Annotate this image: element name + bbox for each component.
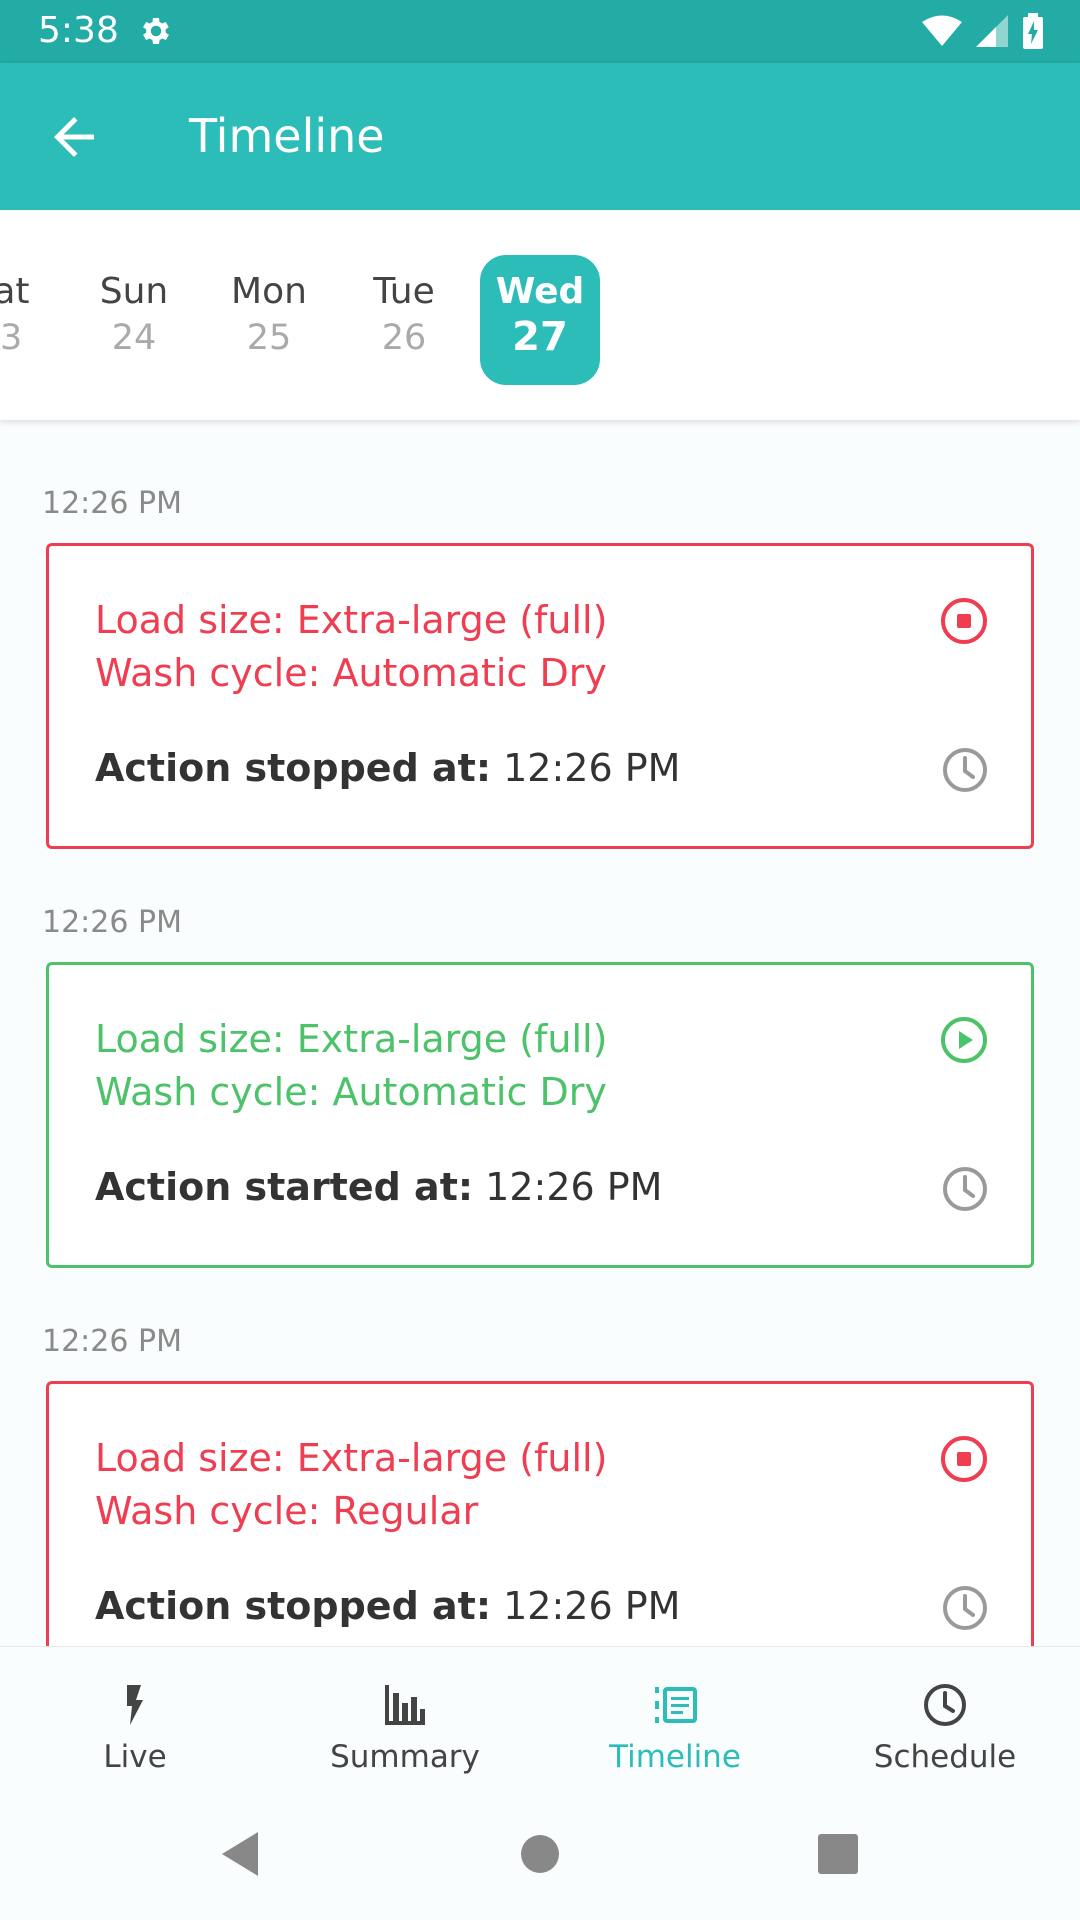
battery-icon bbox=[1023, 13, 1043, 49]
clock-icon bbox=[943, 1586, 987, 1630]
timeline-card[interactable]: Load size: Extra-large (full) Wash cycle… bbox=[46, 543, 1034, 849]
day-sat[interactable]: Sat 23 bbox=[0, 255, 60, 385]
day-selector: Sat 23 Sun 24 Mon 25 Tue 26 Wed 27 bbox=[0, 210, 1080, 420]
day-name: Wed bbox=[495, 271, 585, 312]
day-mon[interactable]: Mon 25 bbox=[209, 255, 329, 385]
action-time: 12:26 PM bbox=[503, 1584, 681, 1628]
day-name: Sun bbox=[99, 271, 169, 312]
day-number: 23 bbox=[0, 318, 23, 358]
system-back-icon[interactable] bbox=[210, 1824, 270, 1884]
nav-timeline[interactable]: Timeline bbox=[540, 1647, 810, 1797]
action-label: Action stopped at: bbox=[95, 746, 492, 790]
stop-icon bbox=[941, 1436, 987, 1482]
back-arrow-icon[interactable] bbox=[44, 107, 104, 167]
status-bar: 5:38 bbox=[0, 0, 1080, 63]
day-name: Sat bbox=[0, 271, 30, 312]
status-time: 5:38 bbox=[38, 10, 119, 51]
nav-schedule[interactable]: Schedule bbox=[810, 1647, 1080, 1797]
nav-live[interactable]: Live bbox=[0, 1647, 270, 1797]
bottom-navigation: Live Summary Timeline Schedule bbox=[0, 1646, 1080, 1796]
system-recents-icon[interactable] bbox=[808, 1824, 868, 1884]
entry-time: 12:26 PM bbox=[42, 486, 182, 521]
load-size: Load size: Extra-large (full) bbox=[95, 1436, 608, 1480]
timeline-list-icon bbox=[655, 1687, 697, 1723]
day-name: Mon bbox=[231, 271, 307, 312]
day-wed-selected[interactable]: Wed 27 bbox=[480, 255, 600, 385]
page-title: Timeline bbox=[189, 109, 385, 163]
action-row: Action started at: 12:26 PM bbox=[95, 1165, 662, 1209]
signal-icon bbox=[976, 15, 1008, 47]
day-name: Tue bbox=[373, 271, 435, 312]
load-size: Load size: Extra-large (full) bbox=[95, 1017, 608, 1061]
clock-icon bbox=[924, 1684, 966, 1726]
stop-icon bbox=[941, 598, 987, 644]
nav-schedule-label: Schedule bbox=[873, 1739, 1017, 1775]
action-label: Action stopped at: bbox=[95, 1584, 492, 1628]
action-time: 12:26 PM bbox=[485, 1165, 663, 1209]
clock-icon bbox=[943, 1167, 987, 1211]
nav-live-label: Live bbox=[103, 1739, 167, 1775]
day-number: 26 bbox=[381, 318, 427, 358]
action-row: Action stopped at: 12:26 PM bbox=[95, 746, 680, 790]
nav-summary[interactable]: Summary bbox=[270, 1647, 540, 1797]
day-tue[interactable]: Tue 26 bbox=[344, 255, 464, 385]
nav-summary-label: Summary bbox=[330, 1739, 480, 1775]
action-label: Action started at: bbox=[95, 1165, 474, 1209]
system-navigation bbox=[0, 1796, 1080, 1920]
app-bar: Timeline bbox=[0, 63, 1080, 210]
play-icon bbox=[941, 1017, 987, 1063]
wash-cycle: Wash cycle: Automatic Dry bbox=[95, 1070, 607, 1114]
system-home-icon[interactable] bbox=[510, 1824, 570, 1884]
action-time: 12:26 PM bbox=[503, 746, 681, 790]
wash-cycle: Wash cycle: Regular bbox=[95, 1489, 479, 1533]
action-row: Action stopped at: 12:26 PM bbox=[95, 1584, 680, 1628]
lightning-icon bbox=[127, 1685, 143, 1725]
nav-timeline-label: Timeline bbox=[609, 1739, 741, 1775]
entry-time: 12:26 PM bbox=[42, 905, 182, 940]
settings-gear-icon bbox=[143, 17, 169, 45]
timeline-list[interactable]: 12:26 PM Load size: Extra-large (full) W… bbox=[0, 420, 1080, 1646]
day-sun[interactable]: Sun 24 bbox=[74, 255, 194, 385]
wash-cycle: Wash cycle: Automatic Dry bbox=[95, 651, 607, 695]
wifi-icon bbox=[922, 15, 962, 46]
day-number: 25 bbox=[246, 318, 292, 358]
day-number: 24 bbox=[111, 318, 157, 358]
clock-icon bbox=[943, 748, 987, 792]
bar-chart-icon bbox=[385, 1685, 425, 1725]
timeline-card[interactable]: Load size: Extra-large (full) Wash cycle… bbox=[46, 962, 1034, 1268]
entry-time: 12:26 PM bbox=[42, 1324, 182, 1359]
timeline-card[interactable]: Load size: Extra-large (full) Wash cycle… bbox=[46, 1381, 1034, 1646]
load-size: Load size: Extra-large (full) bbox=[95, 598, 608, 642]
day-number: 27 bbox=[512, 314, 568, 360]
status-icons bbox=[922, 12, 1044, 50]
